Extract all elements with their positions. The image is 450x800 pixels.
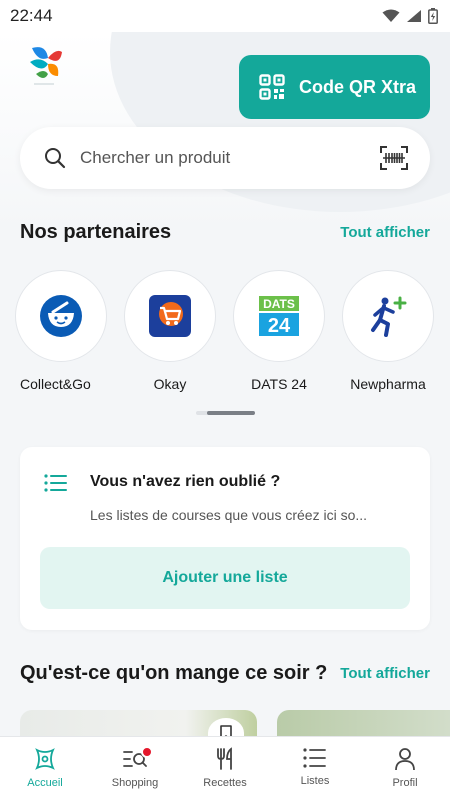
- partner-dats24[interactable]: DATS 24 DATS 24: [233, 270, 325, 400]
- partner-logo-circle: [15, 270, 107, 362]
- cutlery-icon: [217, 747, 232, 770]
- search-bar[interactable]: Chercher un produit: [20, 127, 430, 189]
- qr-code-xtra-label: Code QR Xtra: [299, 76, 417, 97]
- list-card-description: Les listes de courses que vous créez ici…: [90, 507, 368, 523]
- partners-carousel[interactable]: Collect&Go Okay DATS 24 DATS 24 Newpharm…: [15, 270, 450, 400]
- recipes-show-all-link[interactable]: Tout afficher: [340, 665, 430, 682]
- status-time: 22:44: [10, 6, 53, 25]
- search-icon: [45, 148, 66, 169]
- partners-title: Nos partenaires: [20, 221, 172, 243]
- dats24-logo-icon: DATS 24: [259, 296, 299, 336]
- list-card-title: Vous n'avez rien oublié ?: [90, 473, 281, 490]
- nav-profile-label: Profil: [392, 777, 418, 789]
- partner-newpharma[interactable]: Newpharma: [342, 270, 434, 400]
- partner-label: Collect&Go: [20, 376, 91, 392]
- status-bar: 22:44: [0, 0, 450, 32]
- partner-collect-go[interactable]: Collect&Go: [15, 270, 107, 400]
- nav-recipes[interactable]: Recettes: [180, 737, 270, 800]
- partner-logo-circle: [124, 270, 216, 362]
- shopping-list-card: Vous n'avez rien oublié ? Les listes de …: [20, 447, 430, 630]
- partner-logo-circle: DATS 24: [233, 270, 325, 362]
- status-icons: [382, 8, 438, 24]
- wifi-icon: [382, 9, 400, 22]
- recipes-section-header: Qu'est-ce qu'on mange ce soir ? Tout aff…: [20, 662, 430, 685]
- nav-home-label: Accueil: [27, 777, 63, 789]
- qr-code-icon: [259, 74, 285, 100]
- dats24-logo-line2: 24: [268, 315, 291, 336]
- add-list-button[interactable]: Ajouter une liste: [40, 547, 410, 609]
- barcode-scan-icon[interactable]: [380, 145, 408, 171]
- dats24-logo-line1: DATS: [263, 297, 295, 311]
- nav-profile[interactable]: Profil: [360, 737, 450, 800]
- partner-label: Okay: [153, 376, 187, 392]
- nav-home[interactable]: Accueil: [0, 737, 90, 800]
- app-logo-icon: [30, 47, 62, 85]
- partners-show-all-link[interactable]: Tout afficher: [340, 224, 430, 241]
- search-input[interactable]: Chercher un produit: [80, 148, 380, 168]
- nav-recipes-label: Recettes: [203, 777, 247, 789]
- partner-label: DATS 24: [251, 376, 307, 392]
- partners-scroll-indicator: [196, 411, 255, 415]
- add-list-label: Ajouter une liste: [162, 569, 288, 586]
- bottom-nav: Accueil Shopping Recettes Listes Profil: [0, 736, 450, 800]
- partners-section-header: Nos partenaires Tout afficher: [20, 221, 430, 244]
- collect-go-basket-icon: [40, 295, 82, 337]
- nav-shopping-label: Shopping: [111, 777, 159, 789]
- newpharma-runner-icon: [371, 296, 407, 337]
- scroll-thumb: [207, 411, 255, 415]
- partner-label: Newpharma: [350, 376, 426, 392]
- shopping-notification-badge: [141, 746, 153, 758]
- nav-shopping[interactable]: Shopping: [90, 737, 180, 800]
- okay-cart-icon: [149, 295, 191, 337]
- partner-okay[interactable]: Okay: [124, 270, 216, 400]
- battery-icon: [428, 8, 438, 24]
- nav-lists-label: Listes: [300, 775, 330, 787]
- home-molecule-icon: [35, 748, 55, 770]
- list-icon: [44, 474, 67, 492]
- recipes-title: Qu'est-ce qu'on mange ce soir ?: [20, 662, 328, 684]
- signal-icon: [407, 10, 421, 22]
- profile-icon: [395, 748, 415, 771]
- qr-code-xtra-button[interactable]: Code QR Xtra: [239, 55, 430, 119]
- nav-lists[interactable]: Listes: [270, 737, 360, 800]
- list-icon: [303, 748, 326, 768]
- partner-logo-circle: [342, 270, 434, 362]
